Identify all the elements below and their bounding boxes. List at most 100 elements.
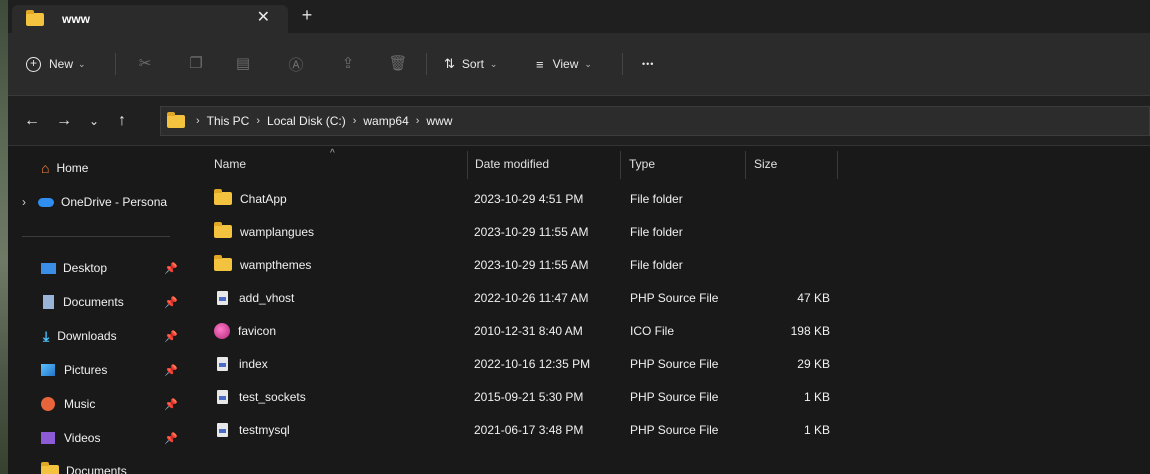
- toolbar-divider: [426, 53, 427, 75]
- breadcrumb-local-disk[interactable]: Local Disk (C:): [267, 114, 346, 128]
- pin-icon[interactable]: 📌: [164, 330, 178, 343]
- file-name-cell: testmysql: [214, 413, 290, 446]
- chevron-down-icon: ⌄: [584, 58, 592, 69]
- delete-icon[interactable]: 🗑: [388, 54, 408, 72]
- file-date: 2010-12-31 8:40 AM: [474, 323, 583, 338]
- pin-icon[interactable]: 📌: [164, 296, 178, 309]
- column-divider[interactable]: [620, 151, 621, 179]
- folder-icon: [214, 255, 232, 271]
- php-file-icon: [217, 356, 228, 371]
- column-header-name[interactable]: Name: [214, 147, 246, 181]
- php-file-icon: [217, 290, 228, 305]
- file-row-index[interactable]: index 2022-10-16 12:35 PM PHP Source Fil…: [198, 347, 1018, 380]
- pin-icon[interactable]: 📌: [164, 432, 178, 445]
- php-file-icon: [217, 422, 228, 437]
- pin-icon[interactable]: 📌: [164, 398, 178, 411]
- file-name-cell: wamplangues: [214, 215, 314, 248]
- sidebar-item-label: Pictures: [64, 363, 108, 377]
- rename-icon[interactable]: Ⓐ: [286, 54, 306, 75]
- sidebar-item-pictures[interactable]: Pictures 📌: [8, 356, 184, 384]
- file-type: PHP Source File: [630, 422, 719, 437]
- file-size: [754, 248, 830, 281]
- file-list: Name ^ Date modified Type Size ChatApp 2…: [184, 147, 1150, 474]
- file-date: 2022-10-26 11:47 AM: [474, 290, 589, 305]
- close-icon[interactable]: ✕: [257, 7, 270, 27]
- file-type: ICO File: [630, 323, 675, 338]
- file-row-testmysql[interactable]: testmysql 2021-06-17 3:48 PM PHP Source …: [198, 413, 1018, 446]
- sidebar-divider: [22, 236, 170, 237]
- sidebar-item-documents[interactable]: Documents 📌: [8, 288, 184, 316]
- folder-icon: [214, 189, 232, 205]
- file-row-chatapp[interactable]: ChatApp 2023-10-29 4:51 PM File folder: [198, 182, 1018, 215]
- forward-arrow-icon[interactable]: →: [54, 112, 74, 130]
- view-lines-icon: ≡: [536, 56, 544, 72]
- php-file-icon: [217, 389, 228, 404]
- chevron-right-icon: ›: [352, 115, 357, 127]
- recent-locations-chevron-icon[interactable]: ⌄: [84, 114, 104, 128]
- file-type: PHP Source File: [630, 290, 719, 305]
- sidebar-item-home[interactable]: ⌂ Home: [8, 154, 184, 182]
- chevron-right-icon[interactable]: ›: [22, 195, 26, 209]
- pin-icon[interactable]: 📌: [164, 262, 178, 275]
- toolbar-divider: [622, 53, 623, 75]
- file-row-favicon[interactable]: favicon 2010-12-31 8:40 AM ICO File 198 …: [198, 314, 1018, 347]
- file-name: test_sockets: [239, 389, 306, 404]
- new-button[interactable]: + New ⌄: [26, 50, 86, 78]
- view-button[interactable]: ≡ View ⌄: [536, 50, 592, 78]
- pictures-icon: [41, 364, 55, 376]
- new-tab-button[interactable]: +: [295, 5, 319, 26]
- file-size: [754, 182, 830, 215]
- home-icon: ⌂: [41, 160, 50, 176]
- file-size: 1 KB: [803, 422, 830, 437]
- cut-icon[interactable]: ✂: [135, 54, 155, 72]
- file-row-wampthemes[interactable]: wampthemes 2023-10-29 11:55 AM File fold…: [198, 248, 1018, 281]
- column-header-date[interactable]: Date modified: [475, 147, 549, 181]
- file-row-add-vhost[interactable]: add_vhost 2022-10-26 11:47 AM PHP Source…: [198, 281, 1018, 314]
- file-row-test-sockets[interactable]: test_sockets 2015-09-21 5:30 PM PHP Sour…: [198, 380, 1018, 413]
- column-header-size[interactable]: Size: [754, 147, 777, 181]
- sidebar-item-label: Videos: [64, 431, 101, 445]
- breadcrumb-this-pc[interactable]: This PC: [207, 114, 250, 128]
- sidebar-item-videos[interactable]: Videos 📌: [8, 424, 184, 452]
- up-arrow-icon[interactable]: ↑: [112, 112, 132, 130]
- sidebar-item-desktop[interactable]: Desktop 📌: [8, 254, 184, 282]
- copy-icon[interactable]: ❐: [186, 54, 206, 72]
- back-arrow-icon[interactable]: ←: [22, 112, 42, 130]
- file-name: wampthemes: [240, 257, 312, 272]
- sort-button[interactable]: ⇅ Sort ⌄: [444, 50, 497, 78]
- sidebar-item-label: Desktop: [63, 261, 108, 275]
- share-icon[interactable]: ⇪: [338, 54, 358, 72]
- file-date: 2015-09-21 5:30 PM: [474, 389, 584, 404]
- address-bar[interactable]: › This PC › Local Disk (C:) › wamp64 › w…: [160, 106, 1150, 136]
- chevron-right-icon: ›: [196, 115, 200, 127]
- downloads-icon: ⤓: [43, 327, 50, 344]
- column-divider[interactable]: [467, 151, 468, 179]
- tab-title: www: [62, 12, 91, 26]
- file-date: 2023-10-29 4:51 PM: [474, 191, 584, 206]
- sort-ascending-icon: ^: [330, 148, 335, 159]
- desktop-icon: [41, 262, 56, 274]
- column-header-label: Date modified: [475, 157, 550, 171]
- breadcrumb-www[interactable]: www: [426, 114, 452, 128]
- paste-icon[interactable]: ▤: [233, 54, 253, 72]
- column-header-type[interactable]: Type: [629, 147, 655, 181]
- file-type: PHP Source File: [630, 389, 719, 404]
- more-options-button[interactable]: •••: [642, 50, 654, 78]
- pin-icon[interactable]: 📌: [164, 364, 178, 377]
- sidebar-item-onedrive[interactable]: › OneDrive - Persona: [8, 188, 184, 216]
- file-size: 29 KB: [797, 356, 830, 371]
- sidebar-item-music[interactable]: Music 📌: [8, 390, 184, 418]
- chevron-down-icon: ⌄: [489, 58, 498, 69]
- tab-www[interactable]: www ✕: [12, 5, 288, 33]
- file-name-cell: ChatApp: [214, 182, 287, 215]
- breadcrumb-wamp64[interactable]: wamp64: [363, 114, 408, 128]
- file-type: File folder: [630, 224, 683, 239]
- column-divider[interactable]: [745, 151, 746, 179]
- file-name-cell: index: [214, 347, 268, 380]
- file-date: 2023-10-29 11:55 AM: [474, 224, 589, 239]
- sidebar-item-documents-folder[interactable]: Documents: [8, 458, 184, 474]
- file-row-wamplangues[interactable]: wamplangues 2023-10-29 11:55 AM File fol…: [198, 215, 1018, 248]
- file-size: [754, 215, 830, 248]
- sidebar-item-downloads[interactable]: ⤓ Downloads 📌: [8, 322, 184, 350]
- column-divider[interactable]: [837, 151, 838, 179]
